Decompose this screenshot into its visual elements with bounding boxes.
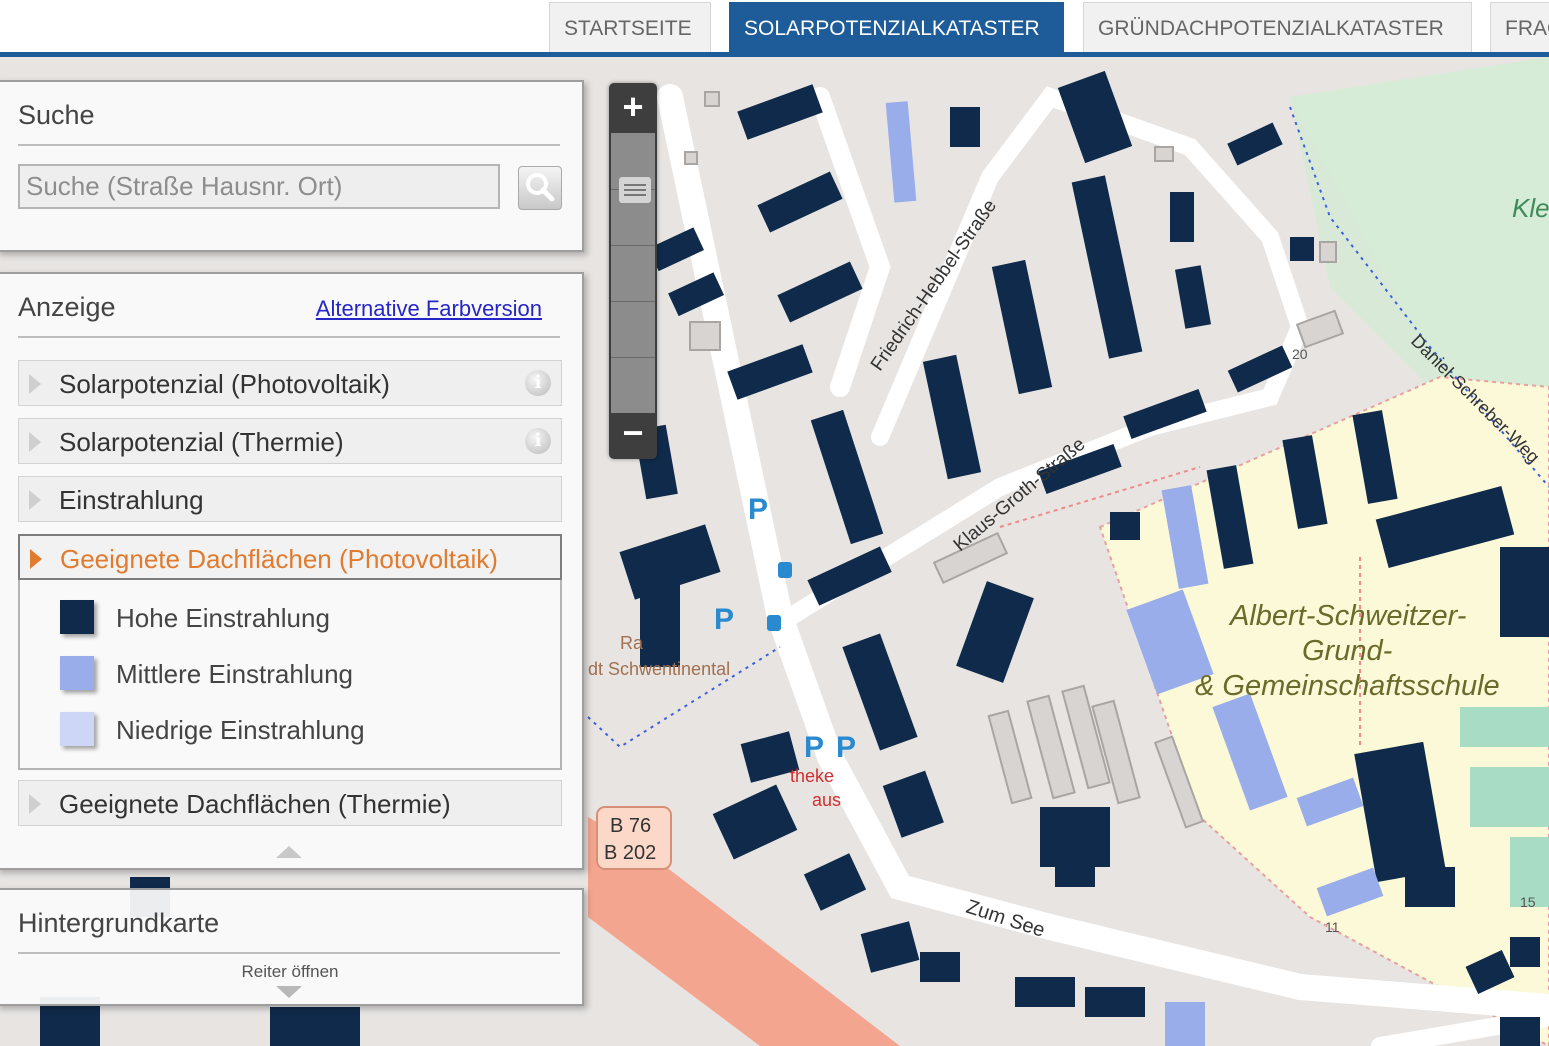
- rathaus-label: Ra: [620, 633, 644, 653]
- caret-right-icon: [29, 432, 41, 452]
- legend-swatch: [60, 712, 94, 746]
- zoom-in-button[interactable]: +: [609, 85, 657, 131]
- parking-icon: P: [748, 493, 768, 526]
- legend-label: Mittlere Einstrahlung: [116, 659, 353, 689]
- expand-down-icon[interactable]: [276, 986, 302, 998]
- basemap-title: Hintergrundkarte: [18, 908, 220, 938]
- info-icon[interactable]: i: [525, 370, 551, 396]
- apotheke-label: theke: [790, 766, 834, 786]
- collapse-up-icon[interactable]: [276, 846, 302, 858]
- legend-swatch: [60, 600, 94, 634]
- legend-swatch: [60, 656, 94, 690]
- parking-icon: P: [714, 603, 734, 636]
- panel-divider: [18, 952, 560, 954]
- panel-divider: [18, 336, 560, 338]
- layer-geeignete-dachflaechen-thermie[interactable]: Geeignete Dachflächen (Thermie): [18, 780, 562, 826]
- house-number: 20: [1292, 346, 1308, 362]
- layer-label: Geeignete Dachflächen (Thermie): [59, 789, 451, 819]
- apotheke-label: aus: [812, 790, 841, 810]
- info-icon[interactable]: i: [525, 428, 551, 454]
- caret-right-icon: [29, 794, 41, 814]
- legend-label: Niedrige Einstrahlung: [116, 715, 365, 745]
- caret-right-icon: [29, 374, 41, 394]
- layer-geeignete-dachflaechen-pv[interactable]: Geeignete Dachflächen (Photovoltaik): [18, 534, 562, 580]
- parking-icon: P: [804, 731, 824, 764]
- sport-field-2: [1470, 767, 1549, 827]
- zoom-control: + −: [609, 83, 657, 459]
- tab-fragen[interactable]: FRAGEN: [1490, 2, 1549, 52]
- zoom-slider-handle[interactable]: [619, 177, 651, 203]
- alternative-color-link[interactable]: Alternative Farbversion: [316, 296, 542, 322]
- layer-label: Solarpotenzial (Photovoltaik): [59, 369, 390, 399]
- svg-text:B 76: B 76: [610, 815, 651, 837]
- basemap-panel: Hintergrundkarte Reiter öffnen: [0, 888, 584, 1006]
- layer-solarpotenzial-pv[interactable]: Solarpotenzial (Photovoltaik) i: [18, 360, 562, 406]
- tab-solarpotenzialkataster[interactable]: SOLARPOTENZIALKATASTER: [729, 2, 1064, 56]
- display-panel: Anzeige Alternative Farbversion Solarpot…: [0, 272, 584, 870]
- top-navigation: STARTSEITE SOLARPOTENZIALKATASTER GRÜNDA…: [0, 0, 1549, 57]
- caret-right-icon: [29, 490, 41, 510]
- layer-label: Einstrahlung: [59, 485, 204, 515]
- layer-label: Geeignete Dachflächen (Photovoltaik): [60, 544, 498, 574]
- legend-label: Hohe Einstrahlung: [116, 603, 330, 633]
- zoom-out-button[interactable]: −: [609, 411, 657, 457]
- search-input[interactable]: [18, 164, 500, 209]
- parking-icon: P: [836, 731, 856, 764]
- magnifier-icon: [526, 173, 555, 202]
- school-label: Grund-: [1302, 635, 1392, 667]
- park-label: Kle: [1512, 193, 1549, 223]
- caret-right-icon: [30, 549, 42, 569]
- display-title: Anzeige: [18, 292, 116, 322]
- legend: Hohe Einstrahlung Mittlere Einstrahlung …: [18, 580, 562, 770]
- svg-text:B 202: B 202: [604, 842, 656, 864]
- layer-einstrahlung[interactable]: Einstrahlung: [18, 476, 562, 522]
- search-title: Suche: [18, 100, 95, 130]
- house-number: 15: [1520, 894, 1536, 910]
- tab-startseite[interactable]: STARTSEITE: [549, 2, 711, 52]
- panel-divider: [18, 144, 560, 146]
- rathaus-label: dt Schwentinental: [588, 659, 730, 679]
- nav-rule: [0, 52, 1549, 57]
- tab-gruendachpotenzialkataster[interactable]: GRÜNDACHPOTENZIALKATASTER: [1083, 2, 1472, 52]
- search-panel: Suche: [0, 80, 584, 252]
- house-number: 11: [1325, 919, 1340, 935]
- road-shield: B 76 B 202: [596, 806, 672, 870]
- search-button[interactable]: [518, 166, 562, 210]
- school-label: & Gemeinschaftsschule: [1195, 670, 1500, 702]
- school-label: Albert-Schweitzer-: [1228, 600, 1466, 632]
- sport-field-1: [1460, 707, 1549, 747]
- layer-solarpotenzial-thermie[interactable]: Solarpotenzial (Thermie) i: [18, 418, 562, 464]
- open-tab-label[interactable]: Reiter öffnen: [0, 962, 582, 982]
- zoom-slider-track[interactable]: [611, 133, 655, 413]
- layer-label: Solarpotenzial (Thermie): [59, 427, 344, 457]
